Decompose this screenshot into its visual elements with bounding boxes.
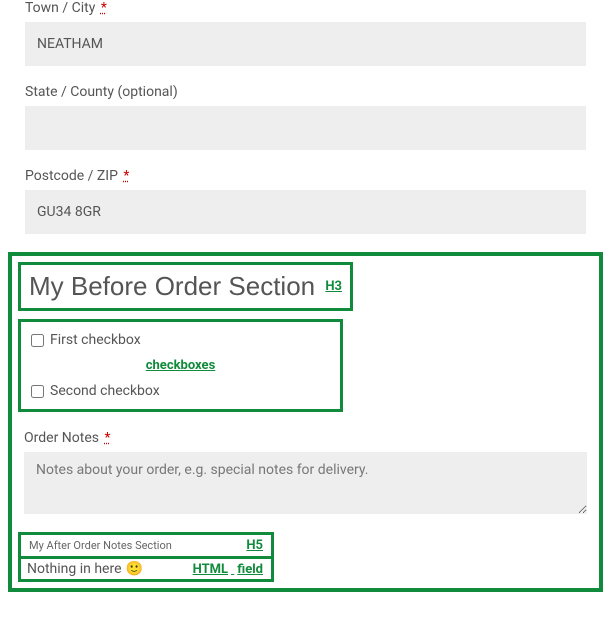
second-checkbox[interactable] [31,385,44,398]
state-county-input[interactable] [25,106,586,150]
label-text: Postcode / ZIP [25,168,118,184]
postcode-input[interactable] [25,190,586,234]
html-field-content: Nothing in here 🙂 [27,561,143,577]
first-checkbox-row: First checkbox [31,332,330,348]
html-tag-word1: HTML [193,562,228,577]
required-indicator: * [123,168,129,184]
before-order-title: My Before Order Section [29,271,315,302]
order-notes-label: Order Notes * [24,430,587,446]
checkboxes-annotation-tag: checkboxes [146,358,216,373]
after-order-title: My After Order Notes Section [29,539,172,552]
second-checkbox-row: Second checkbox [31,383,330,399]
second-checkbox-label: Second checkbox [50,383,160,399]
required-indicator: * [104,430,110,446]
html-field-box: Nothing in here 🙂 HTML field [18,556,274,582]
state-county-field: State / County (optional) [0,84,611,168]
order-notes-textarea[interactable] [24,452,587,514]
h5-annotation-tag: H5 [246,538,263,553]
smile-emoji: 🙂 [126,561,143,577]
postcode-label: Postcode / ZIP * [25,168,586,184]
postcode-field: Postcode / ZIP * [0,168,611,252]
html-annotation-tag: HTML field [193,562,263,577]
html-field-text: Nothing in here [27,561,122,577]
checkboxes-annotation-wrap: checkboxes [31,354,330,373]
before-order-heading-box: My Before Order Section H3 [18,262,353,311]
required-indicator: * [101,0,107,16]
checkboxes-box: First checkbox checkboxes Second checkbo… [18,319,343,412]
town-city-label: Town / City * [25,0,586,16]
state-county-label: State / County (optional) [25,84,586,100]
h3-annotation-tag: H3 [325,279,342,294]
label-text: Order Notes [24,430,99,446]
label-text: Town / City [25,0,95,16]
first-checkbox[interactable] [31,334,44,347]
first-checkbox-label: First checkbox [50,332,141,348]
html-tag-word2: field [237,562,263,577]
after-order-heading-box: My After Order Notes Section H5 [18,532,274,559]
order-notes-field: Order Notes * [24,430,587,518]
custom-sections-annotation: My Before Order Section H3 First checkbo… [8,252,603,592]
town-city-field: Town / City * [0,0,611,84]
town-city-input[interactable] [25,22,586,66]
